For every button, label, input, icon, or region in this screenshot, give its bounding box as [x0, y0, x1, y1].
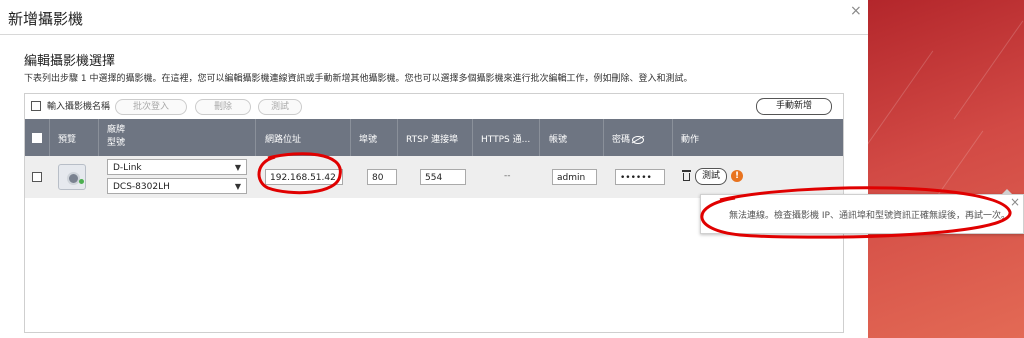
header-rtsp: RTSP 連接埠	[406, 135, 459, 145]
row-test-button[interactable]: 測試	[695, 168, 727, 185]
warning-icon[interactable]: !	[731, 170, 743, 182]
header-brand-model: 廠牌 型號	[107, 124, 125, 150]
header-action: 動作	[681, 135, 700, 145]
model-select[interactable]: DCS-8302LH ▼	[107, 178, 247, 194]
hide-password-icon[interactable]	[632, 135, 645, 144]
show-name-checkbox[interactable]	[31, 101, 41, 111]
toolbar: 輸入攝影機名稱 批次登入 刪除 測試 手動新增	[25, 94, 843, 118]
close-icon[interactable]: ×	[1010, 195, 1020, 209]
trash-icon[interactable]	[682, 170, 691, 181]
section-description: 下表列出步驟 1 中選擇的攝影機。在這裡，您可以編輯攝影機連線資訊或手動新增其他…	[24, 74, 693, 84]
batch-login-button[interactable]: 批次登入	[115, 99, 187, 115]
password-input[interactable]: ••••••	[615, 169, 665, 185]
header-preview: 預覽	[58, 135, 77, 145]
delete-button[interactable]: 刪除	[195, 99, 251, 115]
manual-add-button[interactable]: 手動新增	[756, 98, 832, 115]
add-camera-dialog: 新增攝影機 × 編輯攝影機選擇 下表列出步驟 1 中選擇的攝影機。在這裡，您可以…	[0, 0, 868, 338]
header-ip: 網路位址	[265, 135, 302, 145]
brand-select[interactable]: D-Link ▼	[107, 159, 247, 175]
chevron-down-icon: ▼	[234, 182, 241, 191]
desktop-background	[863, 0, 1024, 338]
chevron-down-icon: ▼	[234, 163, 241, 172]
header-password: 密碼	[612, 132, 645, 145]
header-brand: 廠牌	[107, 125, 126, 135]
close-icon[interactable]: ×	[850, 3, 862, 19]
header-model: 型號	[107, 138, 126, 148]
row-checkbox[interactable]	[32, 172, 42, 182]
section-title: 編輯攝影機選擇	[24, 54, 116, 69]
header-https: HTTPS 通...	[481, 135, 531, 145]
show-name-label: 輸入攝影機名稱	[47, 102, 111, 112]
table-header: 預覽 廠牌 型號 網路位址 埠號 RTSP 連接埠 HTTPS 通... 帳號 …	[25, 119, 843, 156]
error-tooltip: 無法連線。檢查攝影機 IP、通訊埠和型號資訊正確無誤後，再試一次。 ×	[700, 189, 1024, 234]
table-row: D-Link ▼ DCS-8302LH ▼ 192.168.51.42 80 554…	[25, 156, 843, 198]
camera-icon	[58, 164, 86, 190]
select-all-checkbox[interactable]	[32, 133, 42, 143]
dialog-title: 新增攝影機	[8, 10, 84, 28]
ip-input[interactable]: 192.168.51.42	[265, 169, 343, 185]
port-input[interactable]: 80	[367, 169, 397, 185]
dialog-header: 新增攝影機 ×	[0, 0, 868, 35]
error-message: 無法連線。檢查攝影機 IP、通訊埠和型號資訊正確無誤後，再試一次。	[729, 211, 1010, 221]
rtsp-input[interactable]: 554	[420, 169, 466, 185]
header-account: 帳號	[549, 135, 568, 145]
test-button[interactable]: 測試	[258, 99, 302, 115]
https-value: --	[504, 171, 511, 181]
account-input[interactable]: admin	[552, 169, 597, 185]
header-port: 埠號	[359, 135, 378, 145]
